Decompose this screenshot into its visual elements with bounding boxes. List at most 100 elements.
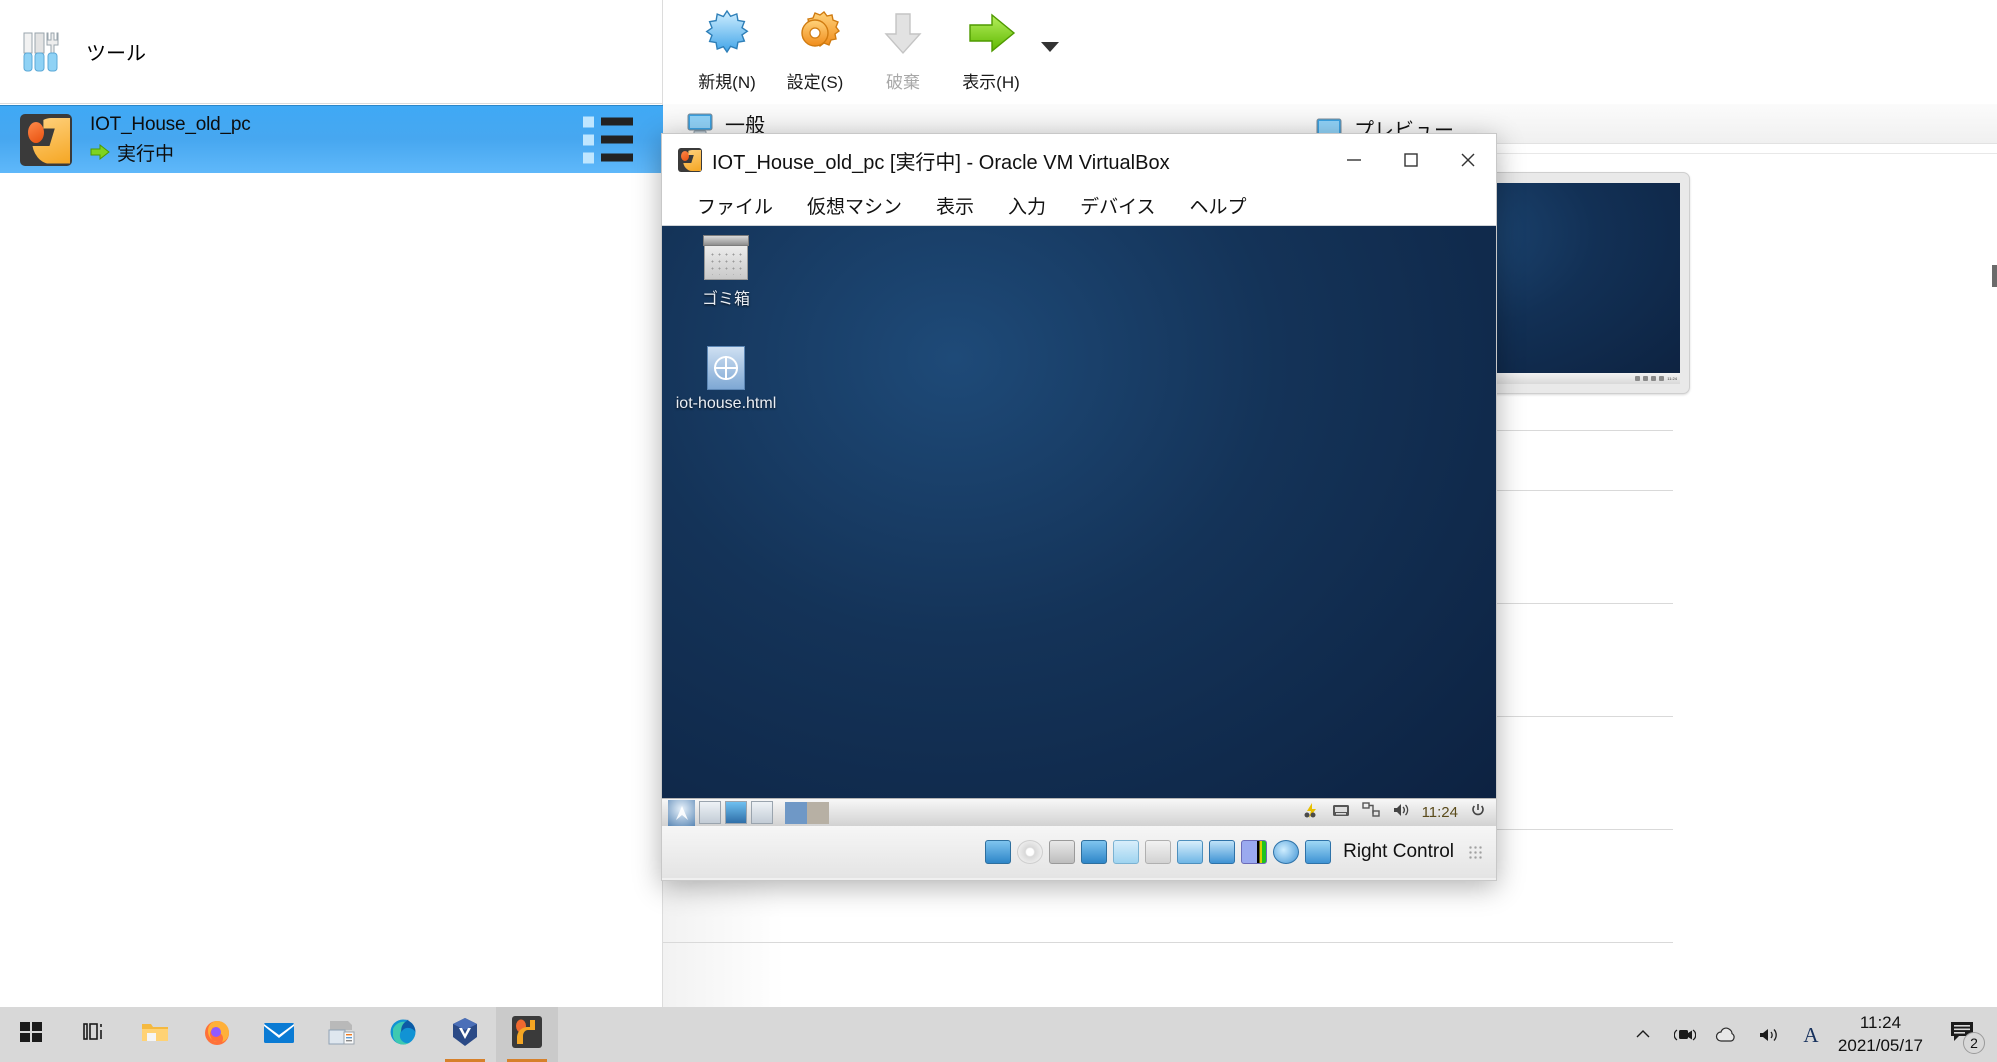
discard-button[interactable]: 破棄 bbox=[859, 8, 947, 93]
host-key-label: Right Control bbox=[1343, 841, 1454, 862]
menu-view[interactable]: 表示 bbox=[919, 192, 991, 219]
vm-list-item[interactable]: IOT_House_old_pc 実行中 bbox=[0, 105, 663, 173]
virtualbox-icon bbox=[451, 1017, 479, 1052]
firefox-button[interactable] bbox=[186, 1007, 248, 1062]
virtualbox-vm-button[interactable] bbox=[496, 1007, 558, 1062]
windows-start-icon bbox=[19, 1020, 43, 1049]
guest-desktop[interactable]: ゴミ箱 iot-house.html 11:24 bbox=[662, 226, 1496, 826]
svg-text:A: A bbox=[1803, 1023, 1819, 1047]
folder-icon bbox=[140, 1019, 170, 1050]
firefox-icon bbox=[202, 1017, 232, 1052]
menu-help[interactable]: ヘルプ bbox=[1173, 192, 1264, 219]
discard-button-label: 破棄 bbox=[886, 73, 920, 92]
display-icon[interactable] bbox=[1177, 840, 1204, 864]
keyboard-icon[interactable] bbox=[1332, 803, 1350, 822]
camera-icon[interactable] bbox=[1664, 1007, 1706, 1062]
ime-a-icon[interactable]: A bbox=[1790, 1007, 1832, 1062]
virtualbox-button[interactable] bbox=[434, 1007, 496, 1062]
vm-state: 実行中 bbox=[90, 139, 251, 166]
maximize-button[interactable] bbox=[1382, 134, 1439, 186]
window-icon[interactable] bbox=[751, 801, 773, 824]
window-controls bbox=[1325, 134, 1496, 186]
guest-taskbar: 11:24 bbox=[662, 798, 1496, 826]
windows-taskbar: A 11:24 2021/05/17 2 bbox=[0, 1007, 1997, 1062]
vm-list-panel: ツール IOT_House_old_pc 実行中 bbox=[0, 0, 663, 1007]
snipping-tool-icon bbox=[326, 1018, 356, 1051]
system-tray: A 11:24 2021/05/17 2 bbox=[1622, 1007, 1997, 1062]
new-button[interactable]: 新規(N) bbox=[683, 8, 771, 93]
tools-item[interactable]: ツール bbox=[0, 0, 663, 104]
desktop-icon-trash[interactable]: ゴミ箱 bbox=[671, 235, 781, 309]
menu-machine[interactable]: 仮想マシン bbox=[790, 192, 919, 219]
show-right-arrow-icon bbox=[962, 8, 1020, 66]
file-manager-icon[interactable] bbox=[699, 801, 721, 824]
optical-disk-icon[interactable] bbox=[1017, 840, 1044, 864]
audio-icon[interactable] bbox=[1049, 840, 1076, 864]
monitor-icon bbox=[687, 113, 713, 135]
hard-disk-icon[interactable] bbox=[985, 840, 1012, 864]
vm-status-bar: Right Control bbox=[662, 826, 1496, 878]
desktop-icon-html[interactable]: iot-house.html bbox=[671, 346, 781, 413]
mail-icon bbox=[263, 1019, 295, 1050]
notification-button[interactable]: 2 bbox=[1937, 1007, 1989, 1062]
vm-window-titlebar[interactable]: IOT_House_old_pc [実行中] - Oracle VM Virtu… bbox=[662, 134, 1496, 186]
minimize-button[interactable] bbox=[1325, 134, 1382, 186]
recording-icon[interactable] bbox=[1209, 840, 1236, 864]
start-button[interactable] bbox=[0, 1007, 62, 1062]
show-button[interactable]: 表示(H) bbox=[947, 8, 1035, 93]
menu-devices[interactable]: デバイス bbox=[1063, 192, 1172, 219]
window-edge-marker bbox=[1992, 265, 1997, 287]
guest-system-tray: 11:24 bbox=[1303, 802, 1490, 824]
taskbar-clock[interactable]: 11:24 2021/05/17 bbox=[1832, 1012, 1937, 1058]
file-explorer-button[interactable] bbox=[124, 1007, 186, 1062]
menu-input[interactable]: 入力 bbox=[991, 192, 1063, 219]
workspace-switcher[interactable] bbox=[785, 801, 829, 824]
screen: ツール IOT_House_old_pc 実行中 新規(N) 設定(S) 破棄 … bbox=[0, 0, 1997, 1062]
show-button-label: 表示(H) bbox=[962, 73, 1020, 92]
new-star-icon bbox=[698, 8, 756, 66]
vm-menu-bar: ファイル 仮想マシン 表示 入力 デバイス ヘルプ bbox=[662, 186, 1496, 226]
vm-window-title: IOT_House_old_pc [実行中] - Oracle VM Virtu… bbox=[712, 151, 1170, 174]
resize-grip-icon[interactable] bbox=[1468, 845, 1482, 859]
virtualbox-vm-icon bbox=[678, 148, 702, 172]
html-globe-icon bbox=[707, 346, 745, 390]
guest-start-icon[interactable] bbox=[668, 799, 695, 826]
snipping-tool-button[interactable] bbox=[310, 1007, 372, 1062]
taskbar-items bbox=[0, 1007, 558, 1062]
edge-icon bbox=[388, 1017, 418, 1052]
power-battery-icon[interactable] bbox=[1303, 802, 1320, 824]
task-view-icon bbox=[80, 1020, 106, 1049]
running-arrow-icon bbox=[90, 143, 110, 161]
settings-button-label: 設定(S) bbox=[786, 73, 844, 92]
network-icon[interactable] bbox=[1081, 840, 1108, 864]
menu-file[interactable]: ファイル bbox=[680, 192, 790, 219]
chevron-down-icon[interactable] bbox=[1041, 42, 1059, 52]
list-menu-icon[interactable] bbox=[583, 116, 633, 163]
volume-icon[interactable] bbox=[1748, 1007, 1790, 1062]
trash-icon bbox=[703, 235, 749, 280]
mouse-integration-icon[interactable] bbox=[1273, 840, 1300, 864]
chevron-up-icon[interactable] bbox=[1622, 1007, 1664, 1062]
virtualbox-guest-icon[interactable] bbox=[725, 801, 747, 824]
close-button[interactable] bbox=[1439, 134, 1496, 186]
clock-time: 11:24 bbox=[1859, 1012, 1902, 1032]
edge-button[interactable] bbox=[372, 1007, 434, 1062]
task-view-button[interactable] bbox=[62, 1007, 124, 1062]
network-icon[interactable] bbox=[1361, 802, 1380, 823]
keyboard-capture-icon[interactable] bbox=[1305, 840, 1332, 864]
usb-icon[interactable] bbox=[1113, 840, 1140, 864]
onedrive-cloud-icon[interactable] bbox=[1706, 1007, 1748, 1062]
new-button-label: 新規(N) bbox=[698, 73, 756, 92]
mail-button[interactable] bbox=[248, 1007, 310, 1062]
settings-button[interactable]: 設定(S) bbox=[771, 8, 859, 93]
virtualization-icon[interactable] bbox=[1241, 840, 1268, 864]
volume-icon[interactable] bbox=[1392, 802, 1410, 823]
manager-toolbar: 新規(N) 設定(S) 破棄 表示(H) bbox=[663, 0, 1997, 104]
desktop-icon-label: ゴミ箱 bbox=[701, 291, 750, 308]
tools-label: ツール bbox=[86, 43, 146, 65]
vm-name: IOT_House_old_pc bbox=[90, 113, 251, 135]
power-icon[interactable] bbox=[1470, 802, 1486, 823]
tools-icon bbox=[16, 27, 66, 77]
clock-date: 2021/05/17 bbox=[1837, 1035, 1923, 1055]
shared-folder-icon[interactable] bbox=[1145, 840, 1172, 864]
